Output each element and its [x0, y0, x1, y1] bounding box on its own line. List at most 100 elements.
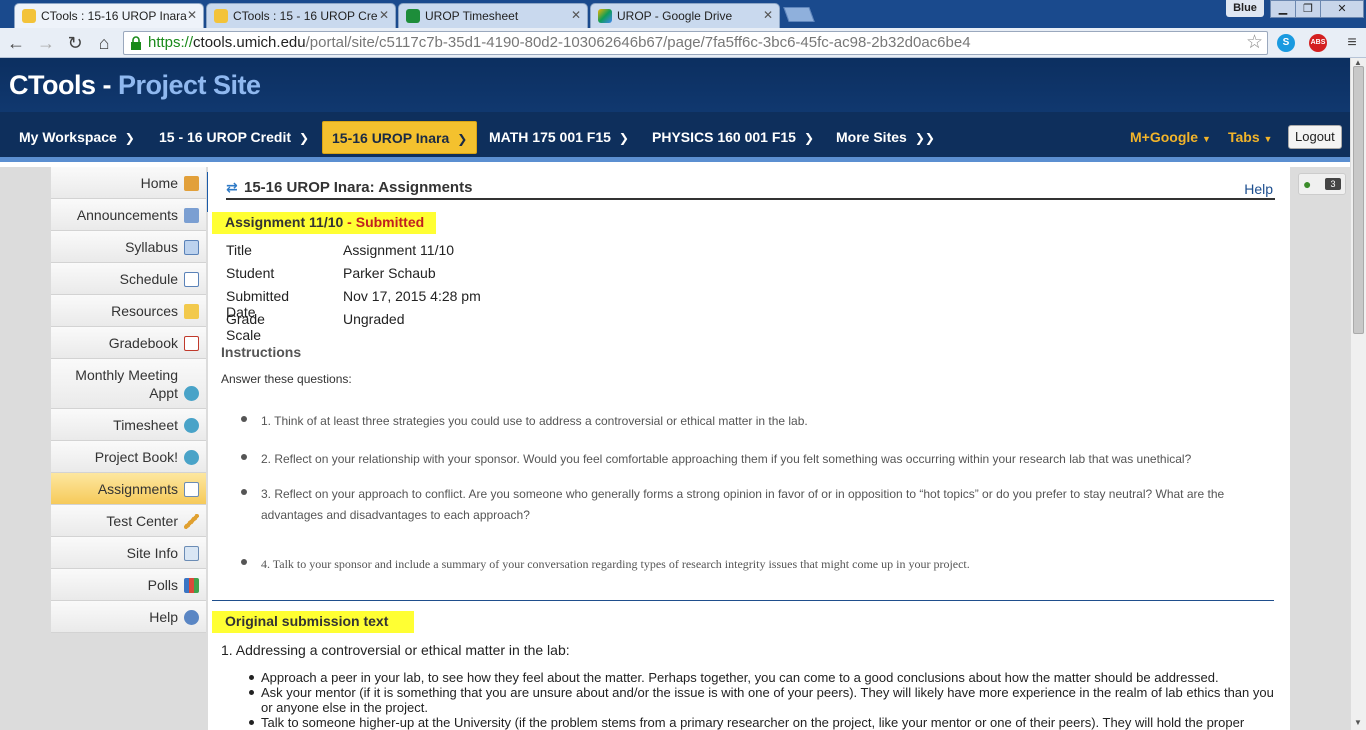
site-tab-math-175[interactable]: MATH 175 001 F15 ❯	[489, 121, 629, 154]
site-tab-label: More Sites	[836, 129, 907, 145]
home-icon	[184, 176, 199, 191]
browser-toolbar: ← → ↻ ⌂ https://ctools.umich.edu/portal/…	[0, 28, 1366, 58]
bullet-icon	[249, 690, 254, 695]
menu-icon[interactable]: ≡	[1344, 33, 1360, 53]
home-icon[interactable]: ⌂	[93, 32, 115, 54]
instructions-heading: Instructions	[221, 344, 302, 360]
help-icon	[184, 610, 199, 625]
tool-menu-label: Test Center	[106, 513, 178, 529]
tool-menu-help[interactable]: Help	[51, 601, 206, 633]
tool-menu-syllabus[interactable]: Syllabus	[51, 231, 206, 263]
scroll-down-icon[interactable]: ▼	[1354, 718, 1362, 727]
site-tab-more-sites[interactable]: More Sites ❯❯	[836, 121, 935, 154]
mgoogle-menu[interactable]: M+Google ▼	[1130, 121, 1211, 154]
browser-tab-label: CTools : 15-16 UROP Inara	[41, 9, 187, 23]
web-content-icon	[184, 450, 199, 465]
tool-menu-monthly-meeting-appt[interactable]: Monthly Meeting Appt	[51, 359, 206, 409]
url-path: /portal/site/c5117c7b-35d1-4190-80d2-103…	[305, 34, 971, 51]
tool-menu-label: Site Info	[126, 545, 178, 561]
bookmark-star-icon[interactable]: ☆	[1246, 32, 1263, 54]
brand-prefix: CTools -	[9, 70, 118, 100]
bullet-icon	[241, 489, 247, 495]
tool-menu-label: Help	[149, 609, 178, 625]
help-link[interactable]: Help	[1244, 181, 1273, 197]
page-title: 15-16 UROP Inara: Assignments	[244, 179, 473, 196]
window-close-icon[interactable]: ✕	[1320, 0, 1364, 18]
tool-menu-timesheet[interactable]: Timesheet	[51, 409, 206, 441]
scroll-thumb[interactable]	[1353, 66, 1364, 334]
browser-tab-ctools-inara[interactable]: CTools : 15-16 UROP Inara ✕	[14, 3, 204, 28]
back-icon[interactable]: ←	[5, 32, 27, 54]
close-tab-icon[interactable]: ✕	[379, 8, 389, 22]
tool-menu-gradebook[interactable]: Gradebook	[51, 327, 206, 359]
browser-tab-strip: CTools : 15-16 UROP Inara ✕ CTools : 15 …	[0, 0, 1366, 28]
close-tab-icon[interactable]: ✕	[187, 8, 197, 22]
bar-chart-icon	[184, 578, 199, 593]
main-content: ⇄ 15-16 UROP Inara: Assignments Help Ass…	[208, 167, 1290, 730]
tool-menu-label: Assignments	[97, 481, 178, 497]
tool-menu-label: Gradebook	[108, 335, 178, 351]
chevron-down-icon: ❯	[803, 131, 815, 145]
tool-menu-site-info[interactable]: Site Info	[51, 537, 206, 569]
site-tab-urop-credit[interactable]: 15 - 16 UROP Credit ❯	[159, 121, 309, 154]
address-bar[interactable]: https://ctools.umich.edu/portal/site/c51…	[123, 31, 1268, 55]
presence-widget[interactable]: ● 3	[1298, 173, 1346, 195]
tool-menu-label: Polls	[147, 577, 178, 593]
caret-down-icon: ▼	[1263, 134, 1273, 144]
web-content-icon	[184, 386, 199, 401]
page-scrollbar[interactable]: ▲ ▼	[1350, 58, 1366, 730]
close-tab-icon[interactable]: ✕	[571, 8, 581, 22]
adblock-icon[interactable]: ABS	[1309, 34, 1327, 52]
restore-icon[interactable]: ❐	[1295, 0, 1321, 18]
tool-menu-label: Home	[140, 175, 178, 191]
site-tab-label: MATH 175 001 F15	[489, 129, 611, 145]
browser-tab-google-drive[interactable]: UROP - Google Drive ✕	[590, 3, 780, 28]
close-tab-icon[interactable]: ✕	[763, 8, 773, 22]
detail-label: Grade Scale	[226, 311, 265, 343]
minimize-icon[interactable]: ▁	[1270, 0, 1296, 18]
tool-menu-label: Schedule	[119, 271, 178, 287]
tool-menu-resources[interactable]: Resources	[51, 295, 206, 327]
instructions-intro: Answer these questions:	[221, 372, 352, 386]
skype-icon[interactable]: S	[1277, 34, 1295, 52]
tool-menu-polls[interactable]: Polls	[51, 569, 206, 601]
site-tab-my-workspace[interactable]: My Workspace ❯	[19, 121, 135, 154]
site-tab-urop-inara[interactable]: 15-16 UROP Inara ❯	[322, 121, 478, 154]
tool-menu-schedule[interactable]: Schedule	[51, 263, 206, 295]
question-1: 1. Think of at least three strategies yo…	[261, 414, 808, 428]
tool-menu-assignments[interactable]: Assignments	[51, 473, 206, 505]
presence-count: 3	[1325, 178, 1341, 190]
tool-menu-test-center[interactable]: Test Center	[51, 505, 206, 537]
timesheet-icon	[406, 9, 420, 23]
new-tab-button[interactable]	[783, 7, 815, 22]
assignment-heading-separator: -	[343, 214, 356, 230]
ctools-icon	[22, 9, 36, 23]
browser-tab-timesheet[interactable]: UROP Timesheet ✕	[398, 3, 588, 28]
tool-menu-home[interactable]: Home	[51, 167, 206, 199]
browser-tab-ctools-credit[interactable]: CTools : 15 - 16 UROP Cre ✕	[206, 3, 396, 28]
tool-menu-label: Resources	[111, 303, 178, 319]
logout-button[interactable]: Logout	[1288, 125, 1342, 149]
tabs-menu[interactable]: Tabs ▼	[1228, 121, 1272, 154]
browser-tab-label: UROP - Google Drive	[617, 9, 733, 23]
detail-label: Student	[226, 265, 275, 281]
forward-icon[interactable]: →	[35, 32, 57, 54]
reload-icon[interactable]: ↻	[64, 32, 86, 54]
bullet-icon	[241, 454, 247, 460]
web-content-icon	[184, 418, 199, 433]
question-2: 2. Reflect on your relationship with you…	[261, 452, 1192, 466]
submission-numbered-item: 1. Addressing a controversial or ethical…	[221, 642, 570, 658]
reset-icon[interactable]: ⇄	[226, 179, 238, 196]
tool-menu-label: Syllabus	[125, 239, 178, 255]
tool-menu-label: Timesheet	[113, 417, 178, 433]
tool-menu-project-book[interactable]: Project Book!	[51, 441, 206, 473]
chevron-down-icon: ❯	[618, 131, 629, 145]
double-chevron-down-icon: ❯❯	[914, 131, 935, 145]
site-tab-label: My Workspace	[19, 129, 117, 145]
site-tab-physics-160[interactable]: PHYSICS 160 001 F15 ❯	[652, 121, 814, 154]
megaphone-icon	[184, 208, 199, 223]
profile-name[interactable]: Blue	[1226, 0, 1264, 17]
submission-heading: Original submission text	[212, 611, 415, 633]
tool-menu-label: Project Book!	[94, 449, 178, 465]
tool-menu-announcements[interactable]: Announcements	[51, 199, 206, 231]
